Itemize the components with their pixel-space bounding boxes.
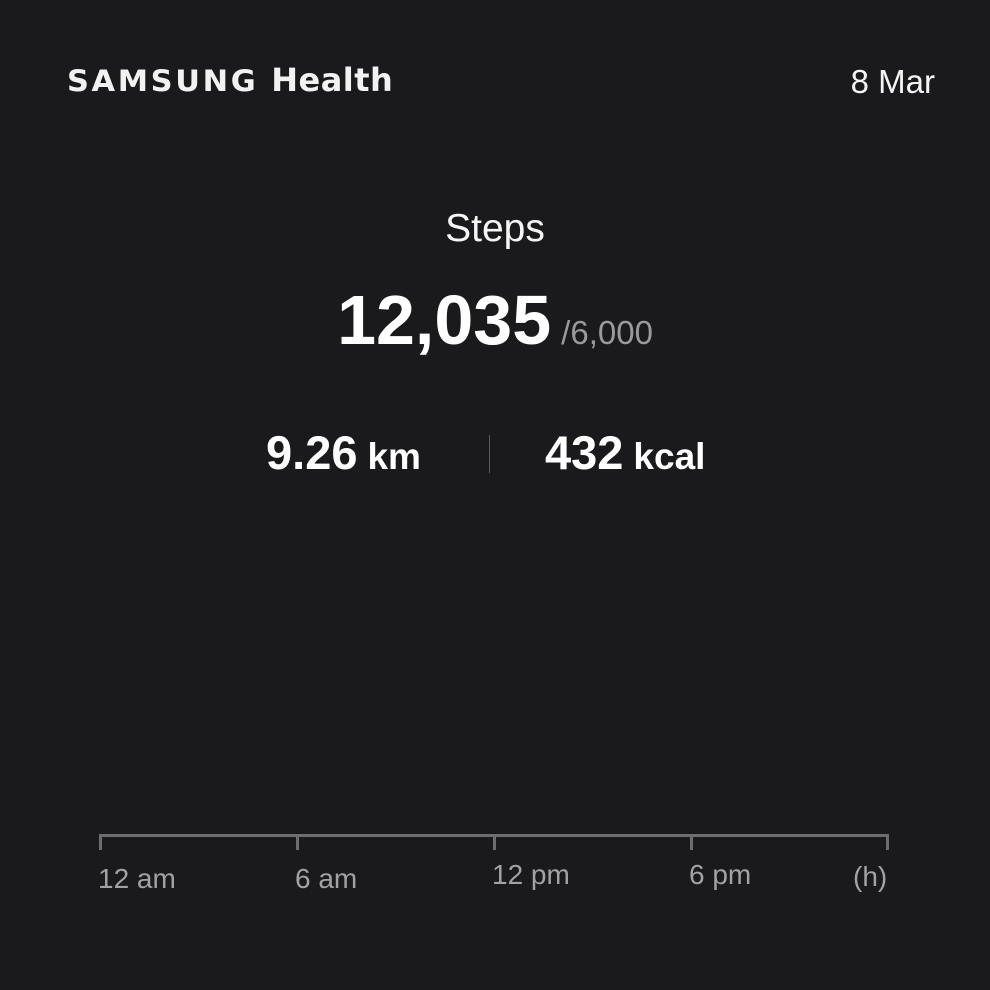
metric-divider (489, 435, 490, 473)
steps-goal: /6,000 (561, 314, 653, 351)
x-axis-tick-label: 12 pm (492, 859, 570, 890)
steps-count: 12,035 (337, 281, 552, 359)
x-axis-tick-label: 6 pm (689, 859, 752, 890)
steps-title: Steps (445, 207, 545, 250)
x-axis-tick (296, 834, 299, 850)
x-axis-line (100, 834, 888, 837)
date-label: 8 Mar (850, 63, 935, 100)
x-axis-tick (493, 834, 496, 850)
x-axis-unit-label: (h) (853, 861, 888, 892)
logo-brand-text: SAMSUNG (67, 64, 259, 98)
steps-summary: 12,035/6,000 (0, 280, 990, 360)
samsung-health-logo: SAMSUNG Health (67, 61, 393, 101)
calories-unit: kcal (633, 436, 706, 477)
steps-card: SAMSUNG Health 8 Mar Steps 12,035/6,000 … (0, 0, 990, 990)
x-axis-tick (886, 834, 889, 850)
logo-product-text: Health (271, 61, 394, 99)
distance-unit: km (367, 436, 421, 477)
x-axis-tick-label: 6 am (295, 863, 358, 894)
calories-metric: 432 kcal (545, 425, 705, 480)
x-axis-tick (99, 834, 102, 850)
x-axis-tick-label: 12 am (98, 863, 176, 894)
distance-value: 9.26 (266, 426, 358, 479)
hourly-steps-chart: 12 am 6 am 12 pm 6 pm (h) (0, 0, 990, 990)
x-axis-tick (690, 834, 693, 850)
distance-metric: 9.26 km (266, 425, 421, 480)
calories-value: 432 (545, 426, 624, 479)
activity-metrics: 9.26 km 432 kcal (0, 425, 990, 485)
